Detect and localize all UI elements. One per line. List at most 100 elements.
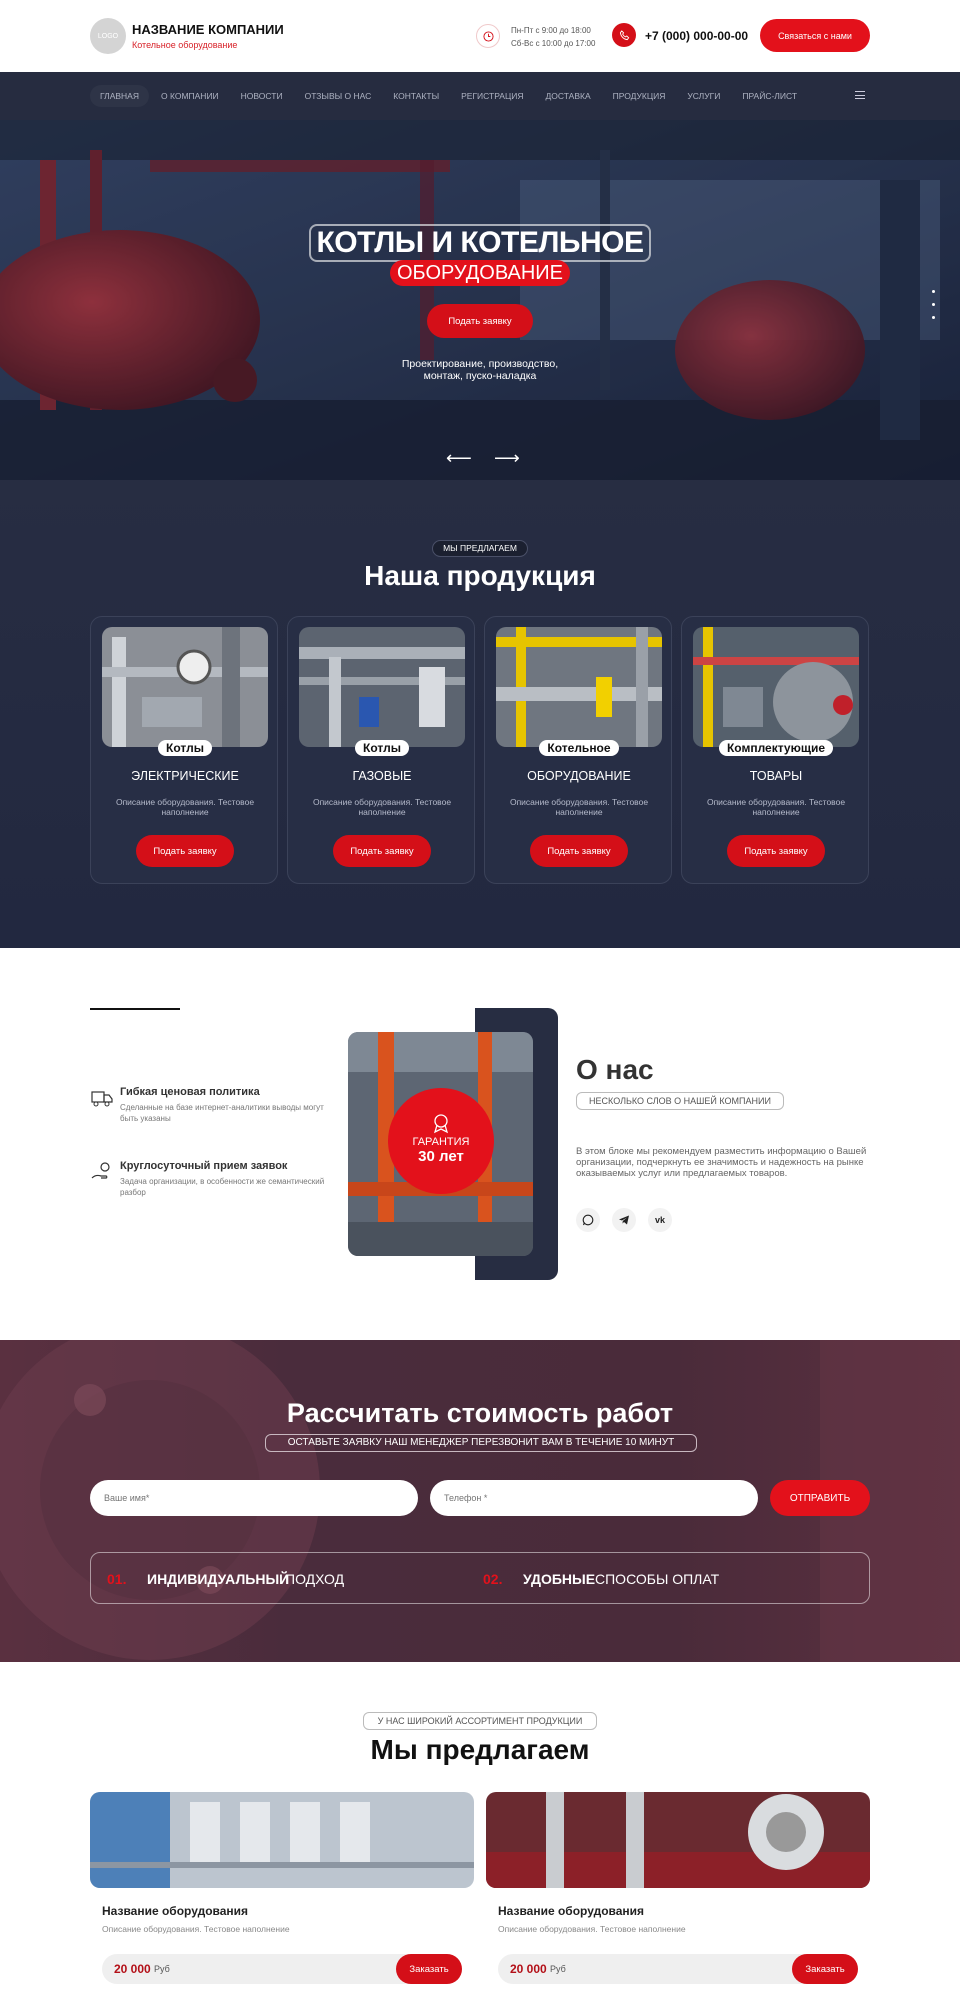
hours-weekend: Сб-Вс с 10:00 до 17:00 [511,39,596,48]
hours-weekdays: Пн-Пт с 9:00 до 18:00 [511,26,591,35]
product-desc: Описание оборудования. Тестовое наполнен… [509,797,649,817]
price-unit: Руб [550,1964,566,1974]
nav-item-news[interactable]: НОВОСТИ [231,85,293,107]
warranty-years: 30 лет [418,1148,464,1165]
offer-card[interactable]: Название оборудования Описание оборудова… [486,1792,870,1984]
product-card[interactable]: Котлы ГАЗОВЫЕ Описание оборудования. Тес… [287,616,475,884]
hero-title-highlight: ОБОРУДОВАНИЕ [390,260,570,286]
company-name: НАЗВАНИЕ КОМПАНИИ [132,22,284,37]
product-desc: Описание оборудования. Тестовое наполнен… [312,797,452,817]
hero-title: КОТЛЫ И КОТЕЛЬНОЕ [308,224,652,262]
nav-item-contacts[interactable]: КОНТАКТЫ [383,85,449,107]
offer-price: 20 000 [114,1962,151,1976]
offer-card[interactable]: Название оборудования Описание оборудова… [90,1792,474,1984]
hero-subtitle: Проектирование, производство, монтаж, пу… [380,358,580,382]
offer-title: Название оборудования [498,1904,645,1918]
product-desc: Описание оборудования. Тестовое наполнен… [706,797,846,817]
product-tag: Котлы [158,740,212,756]
product-card[interactable]: Комплектующие ТОВАРЫ Описание оборудован… [681,616,869,884]
nav-item-services[interactable]: УСЛУГИ [677,85,730,107]
about-pill: НЕСКОЛЬКО СЛОВ О НАШЕЙ КОМПАНИИ [576,1092,784,1110]
product-image [693,627,859,747]
contact-us-button[interactable]: Связаться с нами [760,19,870,52]
offer-pill: У НАС ШИРОКИЙ АССОРТИМЕНТ ПРОДУКЦИИ [363,1712,597,1730]
product-image [299,627,465,747]
product-request-button[interactable]: Подать заявку [333,835,431,867]
vk-icon[interactable]: vk [648,1208,672,1232]
nav-item-delivery[interactable]: ДОСТАВКА [536,85,601,107]
hero-banner: КОТЛЫ И КОТЕЛЬНОЕ ОБОРУДОВАНИЕ Подать за… [0,120,960,480]
hero-subtitle-line1: Проектирование, производство, [401,358,559,370]
advantage-bold: ИНДИВИДУАЛЬНЫЙ [147,1571,290,1587]
company-logo[interactable]: LOGO [90,18,126,54]
advantage-text: СПОСОБЫ ОПЛАТ [595,1571,720,1587]
about-section: Гибкая ценовая политика Сделанные на баз… [0,948,960,1340]
offer-title: Название оборудования [102,1904,249,1918]
feature-title: Гибкая ценовая политика [120,1086,260,1098]
order-button[interactable]: Заказать [396,1954,462,1984]
advantage-bold: УДОБНЫЕ [523,1571,596,1587]
name-input[interactable] [90,1480,418,1516]
nav-item-reviews[interactable]: ОТЗЫВЫ О НАС [295,85,382,107]
slider-prev-arrow-icon[interactable]: ⟵ [446,448,472,469]
product-tag: Котлы [355,740,409,756]
send-button[interactable]: ОТПРАВИТЬ [770,1480,870,1516]
product-tag: Котельное [539,740,619,756]
feature-desc: Задача организации, в особенности же сем… [120,1177,325,1197]
advantage-number: 01. [107,1571,127,1587]
offer-desc: Описание оборудования. Тестовое наполнен… [498,1924,686,1934]
section-divider [90,1008,180,1010]
price-unit: Руб [154,1964,170,1974]
company-subtitle: Котельное оборудование [132,40,238,50]
nav-item-home[interactable]: ГЛАВНАЯ [90,85,149,107]
nav-item-products[interactable]: ПРОДУКЦИЯ [603,85,676,107]
nav-item-registration[interactable]: РЕГИСТРАЦИЯ [451,85,533,107]
telegram-icon[interactable] [612,1208,636,1232]
product-request-button[interactable]: Подать заявку [136,835,234,867]
offer-section: У НАС ШИРОКИЙ АССОРТИМЕНТ ПРОДУКЦИИ Мы п… [0,1662,960,1984]
order-button[interactable]: Заказать [792,1954,858,1984]
about-text: В этом блоке мы рекомендуем разместить и… [576,1146,867,1179]
calc-title: Рассчитать стоимость работ [286,1398,674,1428]
hero-request-button[interactable]: Подать заявку [427,304,533,338]
feature-desc: Сделанные на базе интернет-аналитики выв… [120,1103,324,1123]
about-title: О нас [576,1054,654,1085]
nav-item-about[interactable]: О КОМПАНИИ [151,85,229,107]
hero-subtitle-line2: монтаж, пуско-наладка [423,370,537,382]
nav-item-pricelist[interactable]: ПРАЙС-ЛИСТ [732,85,807,107]
product-image [102,627,268,747]
product-card[interactable]: Котельное ОБОРУДОВАНИЕ Описание оборудов… [484,616,672,884]
product-request-button[interactable]: Подать заявку [530,835,628,867]
phone-number[interactable]: +7 (000) 000-00-00 [645,29,748,43]
product-tag: Комплектующие [718,740,834,756]
award-icon [433,1114,449,1134]
slider-next-arrow-icon[interactable]: ⟶ [494,448,520,469]
product-title: ГАЗОВЫЕ [352,769,412,783]
whatsapp-icon[interactable] [576,1208,600,1232]
product-title: ЭЛЕКТРИЧЕСКИЕ [131,769,239,783]
product-request-button[interactable]: Подать заявку [727,835,825,867]
menu-icon[interactable] [855,91,865,99]
logo-text: LOGO [97,32,119,40]
product-title: ТОВАРЫ [749,769,803,783]
offer-title: Мы предлагаем [370,1734,590,1765]
hand-coin-icon [90,1160,114,1184]
slider-dots[interactable] [932,290,936,329]
truck-icon [90,1086,114,1110]
product-title: ОБОРУДОВАНИЕ [527,769,631,783]
products-section: МЫ ПРЕДЛАГАЕМ Наша продукция Котлы ЭЛЕКТ… [0,480,960,948]
advantages-box: 01. ИНДИВИДУАЛЬНЫЙ ПОДХОД 02. УДОБНЫЕ СП… [90,1552,870,1604]
main-nav: ГЛАВНАЯ О КОМПАНИИ НОВОСТИ ОТЗЫВЫ О НАС … [0,72,960,120]
product-desc: Описание оборудования. Тестовое наполнен… [115,797,255,817]
site-header: LOGO НАЗВАНИЕ КОМПАНИИ Котельное оборудо… [0,0,960,72]
feature-title: Круглосуточный прием заявок [120,1160,288,1172]
product-card[interactable]: Котлы ЭЛЕКТРИЧЕСКИЕ Описание оборудовани… [90,616,278,884]
phone-input[interactable] [430,1480,758,1516]
offer-desc: Описание оборудования. Тестовое наполнен… [102,1924,290,1934]
offer-image [486,1792,870,1888]
hero-background-image [0,120,960,480]
phone-icon[interactable] [612,23,636,47]
calc-pill: ОСТАВЬТЕ ЗАЯВКУ НАШ МЕНЕДЖЕР ПЕРЕЗВОНИТ … [265,1434,697,1452]
product-image [496,627,662,747]
warranty-badge: ГАРАНТИЯ 30 лет [388,1088,494,1194]
